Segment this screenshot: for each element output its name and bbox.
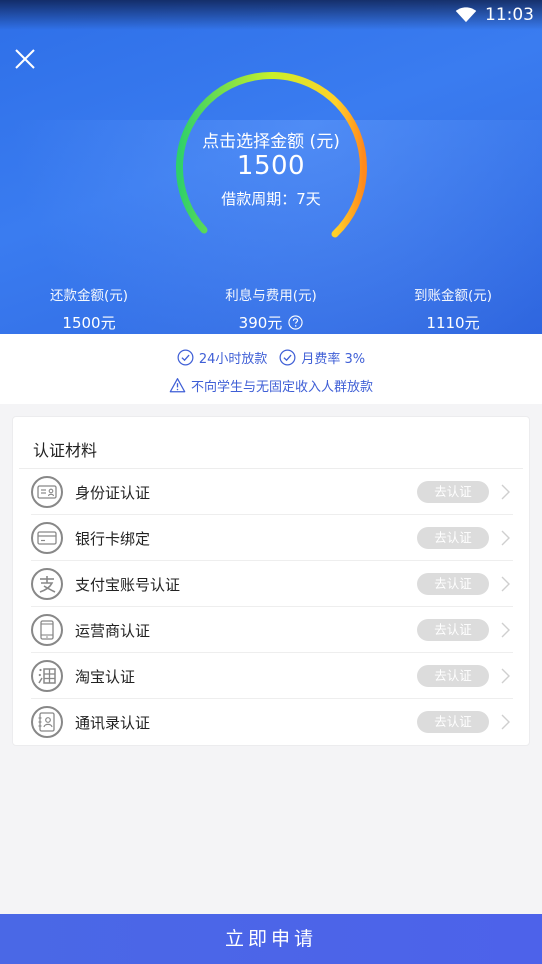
verify-item-label: 支付宝账号认证: [75, 576, 181, 594]
warning-icon: [169, 378, 186, 393]
verify-button[interactable]: 去认证: [417, 481, 489, 503]
chevron-right-icon: [501, 576, 510, 592]
amount-gauge[interactable]: 点击选择金额 (元) 1500 借款周期：7天: [170, 68, 372, 248]
loan-summary: 还款金额(元) 1500元 利息与费用(元) 390元 到账金额(元) 1110…: [0, 284, 542, 333]
chevron-right-icon: [501, 622, 510, 638]
repayment-value: 1500元: [62, 314, 116, 332]
id-card-icon: [31, 476, 63, 508]
verify-button[interactable]: 去认证: [417, 573, 489, 595]
received-value: 1110元: [426, 314, 480, 332]
loan-warning: 不向学生与无固定收入人群放款: [190, 380, 373, 395]
check-circle-icon: [177, 349, 194, 366]
verify-item-label: 银行卡绑定: [75, 530, 151, 548]
verify-item-alipay[interactable]: 支付宝账号认证 去认证: [13, 561, 531, 607]
loan-period: 借款周期：7天: [221, 190, 321, 208]
verify-item-id-card[interactable]: 身份证认证 去认证: [13, 469, 531, 515]
verify-item-label: 淘宝认证: [75, 668, 136, 686]
verify-item-taobao[interactable]: 淘宝认证 去认证: [13, 653, 531, 699]
verification-card: 认证材料 身份证认证 去认证 银行卡绑定 去认证 支付宝账号认证 去认证 运营商…: [12, 416, 530, 746]
gauge-title: 点击选择金额 (元): [202, 132, 340, 152]
repayment-amount: 还款金额(元) 1500元: [0, 284, 179, 333]
clock: 11:03: [485, 5, 534, 25]
interest-value: 390元: [238, 314, 283, 332]
chevron-right-icon: [501, 530, 510, 546]
verify-item-label: 运营商认证: [75, 622, 151, 640]
feature-monthly-rate: 月费率 3%: [301, 352, 366, 367]
received-label: 到账金额(元): [413, 288, 493, 304]
loan-notice: 24小时放款 月费率 3% 不向学生与无固定收入人群放款: [0, 334, 542, 404]
chevron-right-icon: [501, 714, 510, 730]
status-bar: 11:03: [455, 4, 534, 26]
verify-item-label: 通讯录认证: [75, 714, 151, 732]
interest-label: 利息与费用(元): [225, 288, 317, 304]
verify-button[interactable]: 去认证: [417, 711, 489, 733]
verify-button[interactable]: 去认证: [417, 527, 489, 549]
close-icon[interactable]: [12, 46, 38, 72]
alipay-icon: [31, 568, 63, 600]
loan-header: 11:03 点击选择金额 (元) 1500 借款周期：7天 还款金额(元) 15…: [0, 0, 542, 334]
verify-button[interactable]: 去认证: [417, 619, 489, 641]
received-amount: 到账金额(元) 1110元: [363, 284, 542, 333]
wifi-icon: [455, 7, 477, 23]
phone-icon: [31, 614, 63, 646]
bank-card-icon: [31, 522, 63, 554]
chevron-right-icon: [501, 484, 510, 500]
verification-title: 认证材料: [33, 441, 98, 460]
chevron-right-icon: [501, 668, 510, 684]
repayment-label: 还款金额(元): [49, 288, 129, 304]
apply-button[interactable]: 立即申请: [0, 914, 542, 964]
interest-fees: 利息与费用(元) 390元: [181, 284, 361, 333]
loan-amount: 1500: [236, 151, 306, 181]
check-circle-icon: [279, 349, 296, 366]
feature-fast-loan: 24小时放款: [198, 352, 268, 367]
verify-button[interactable]: 去认证: [417, 665, 489, 687]
verify-item-contacts[interactable]: 通讯录认证 去认证: [13, 699, 531, 745]
taobao-icon: [31, 660, 63, 692]
verify-item-bank-card[interactable]: 银行卡绑定 去认证: [13, 515, 531, 561]
help-icon[interactable]: [288, 315, 303, 330]
verify-item-carrier[interactable]: 运营商认证 去认证: [13, 607, 531, 653]
verify-item-label: 身份证认证: [75, 484, 151, 502]
contacts-icon: [31, 706, 63, 738]
